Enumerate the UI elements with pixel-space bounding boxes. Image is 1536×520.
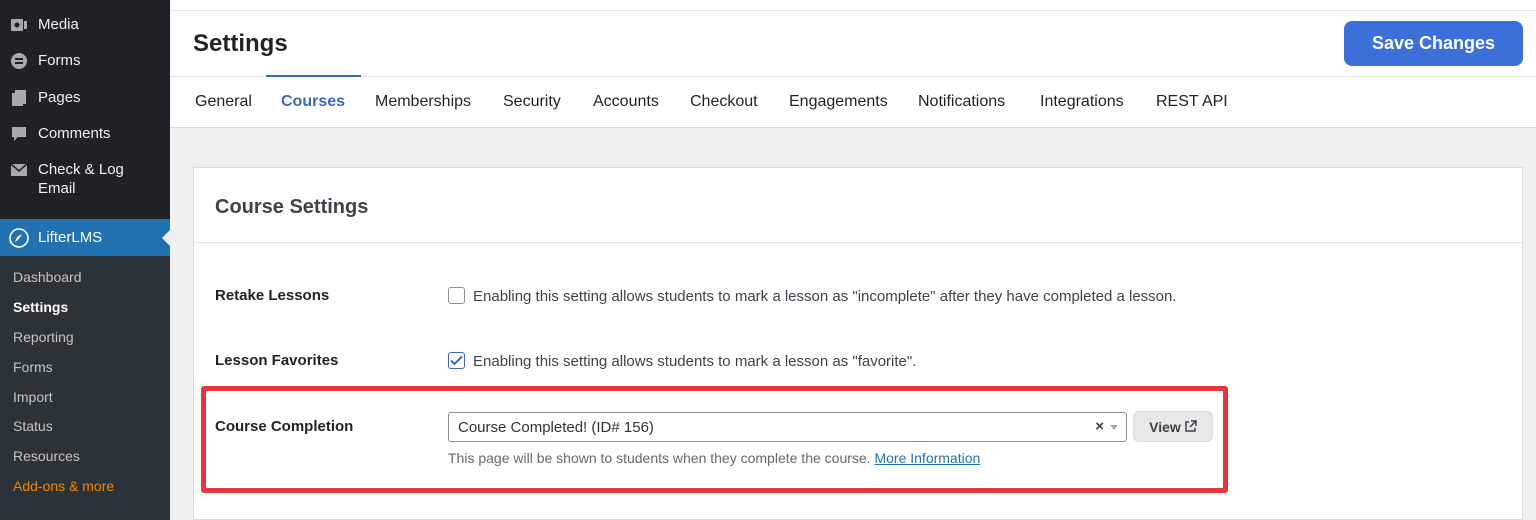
submenu-addons[interactable]: Add-ons & more — [13, 478, 114, 494]
submenu-resources[interactable]: Resources — [13, 448, 80, 464]
sidebar-item-lifterlms[interactable]: LifterLMS — [0, 219, 170, 256]
tab-notifications[interactable]: Notifications — [918, 93, 1005, 111]
section-divider — [194, 242, 1522, 243]
view-page-button[interactable]: View — [1133, 411, 1213, 442]
header-bottom-border — [170, 127, 1536, 128]
sidebar-item-label: Check & Log — [38, 161, 124, 178]
submenu-settings[interactable]: Settings — [13, 299, 68, 315]
forms-icon — [9, 51, 29, 71]
submenu-forms[interactable]: Forms — [13, 359, 53, 375]
lesson-favorites-label: Lesson Favorites — [215, 352, 339, 369]
sidebar-item-label: Media — [38, 16, 79, 33]
checkmark-icon — [450, 355, 463, 366]
tab-rest-api[interactable]: REST API — [1156, 93, 1228, 111]
sidebar-item-label: Comments — [38, 125, 111, 142]
settings-header: Settings Save Changes General Courses Me… — [170, 0, 1536, 128]
tab-integrations[interactable]: Integrations — [1040, 93, 1124, 111]
comments-icon — [9, 124, 29, 144]
retake-lessons-description: Enabling this setting allows students to… — [473, 288, 1177, 305]
sidebar-item-media[interactable]: Media — [0, 15, 170, 37]
sidebar-item-comments[interactable]: Comments — [0, 124, 170, 146]
submenu-status[interactable]: Status — [13, 418, 53, 434]
lesson-favorites-description: Enabling this setting allows students to… — [473, 353, 917, 370]
section-title: Course Settings — [215, 196, 369, 218]
clear-selection-icon[interactable]: × — [1095, 418, 1104, 435]
external-link-icon — [1185, 420, 1197, 432]
more-information-link[interactable]: More Information — [874, 450, 980, 466]
active-tab-indicator — [266, 75, 361, 77]
tab-engagements[interactable]: Engagements — [789, 93, 888, 111]
retake-lessons-checkbox[interactable] — [448, 287, 465, 304]
tab-checkout[interactable]: Checkout — [690, 93, 758, 111]
tab-security[interactable]: Security — [503, 93, 561, 111]
submenu-reporting[interactable]: Reporting — [13, 329, 74, 345]
submenu-import[interactable]: Import — [13, 389, 53, 405]
lifterlms-submenu: Dashboard Settings Reporting Forms Impor… — [0, 256, 170, 520]
current-menu-arrow — [162, 229, 170, 246]
header-divider — [170, 76, 1536, 77]
tab-general[interactable]: General — [195, 93, 252, 111]
sidebar-item-pages[interactable]: Pages — [0, 88, 170, 110]
mail-icon — [9, 160, 29, 180]
pages-icon — [9, 88, 29, 108]
view-button-label: View — [1149, 418, 1181, 435]
page-title: Settings — [193, 30, 288, 57]
admin-sidebar: Media Forms Pages Comments Check & Log E… — [0, 0, 170, 520]
tab-accounts[interactable]: Accounts — [593, 93, 659, 111]
help-text: This page will be shown to students when… — [448, 450, 871, 466]
tab-memberships[interactable]: Memberships — [375, 93, 471, 111]
media-icon — [9, 15, 29, 35]
sidebar-item-check-log-email[interactable]: Check & Log Email — [0, 160, 170, 200]
retake-lessons-label: Retake Lessons — [215, 287, 330, 304]
course-completion-label: Course Completion — [215, 418, 354, 435]
save-changes-button[interactable]: Save Changes — [1344, 21, 1523, 66]
sidebar-item-forms[interactable]: Forms — [0, 51, 170, 73]
sidebar-item-label: Forms — [38, 52, 81, 69]
sidebar-item-label-line2: Email — [38, 180, 76, 197]
tab-courses[interactable]: Courses — [281, 93, 345, 111]
course-completion-help: This page will be shown to students when… — [448, 450, 980, 466]
lesson-favorites-checkbox[interactable] — [448, 352, 465, 369]
rocket-icon — [9, 227, 29, 248]
dropdown-arrow-icon[interactable] — [1110, 425, 1118, 430]
sidebar-item-label: Pages — [38, 89, 81, 106]
course-completion-select[interactable]: Course Completed! (ID# 156) × — [448, 412, 1127, 442]
submenu-dashboard[interactable]: Dashboard — [13, 269, 82, 285]
select-value: Course Completed! (ID# 156) — [458, 419, 654, 436]
header-border — [170, 10, 1536, 11]
course-settings-panel: Course Settings Retake Lessons Enabling … — [193, 167, 1523, 520]
sidebar-item-label: LifterLMS — [38, 229, 103, 246]
